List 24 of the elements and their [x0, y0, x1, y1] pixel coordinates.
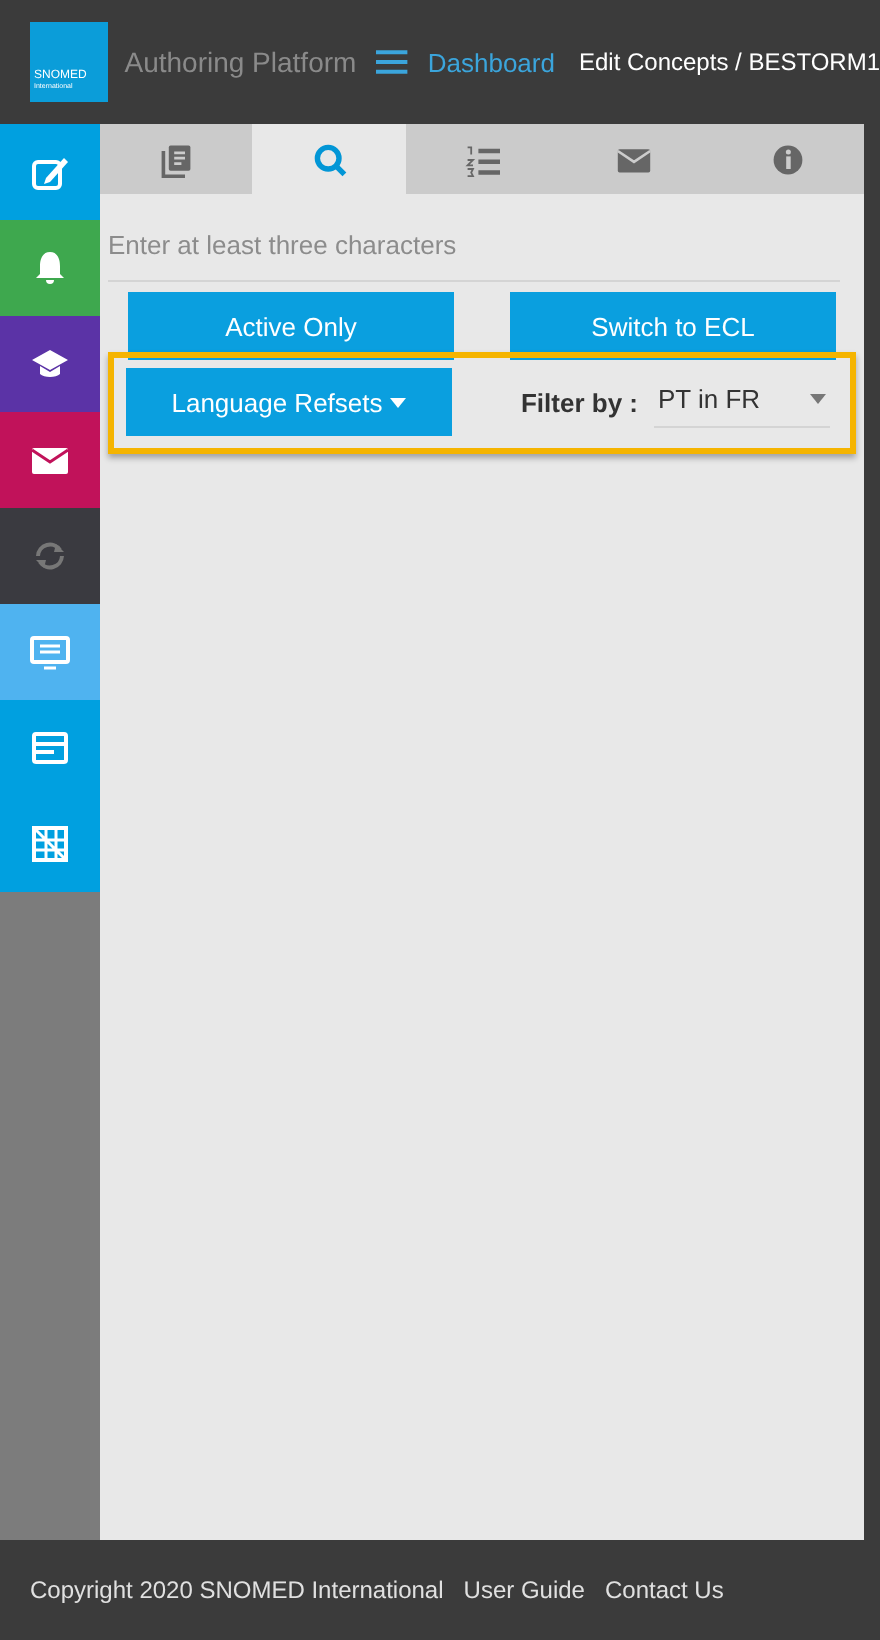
window-icon [30, 728, 70, 768]
footer-link[interactable]: User Guide [463, 1576, 585, 1604]
menu-icon[interactable] [376, 48, 408, 76]
dashboard-link[interactable]: Dashboard [427, 47, 555, 77]
edit-icon [30, 152, 70, 192]
filter-label: Filter by : [520, 387, 638, 417]
info-icon [769, 141, 806, 177]
breadcrumb: Edit Concepts / BESTORM1 [578, 48, 880, 76]
filter-select[interactable]: PT in FR [654, 376, 830, 428]
search-field[interactable]: Enter at least three characters [108, 222, 840, 282]
caret-icon [390, 397, 407, 407]
caret-icon [810, 394, 826, 404]
app-title: Authoring Platform [124, 46, 357, 78]
search-icon [311, 141, 348, 177]
notes-icon [158, 141, 195, 177]
grid-icon [30, 824, 70, 864]
footer-link[interactable]: Contact Us [604, 1576, 724, 1604]
sidebar-item[interactable] [0, 412, 100, 508]
tab[interactable] [252, 124, 406, 194]
language-refsets-button[interactable]: Language Refsets [126, 368, 452, 436]
list-icon [30, 632, 70, 672]
numbered-icon [464, 141, 501, 177]
copyright-text: Copyright 2020 SNOMED International [30, 1576, 444, 1604]
sidebar-item[interactable] [0, 316, 100, 412]
